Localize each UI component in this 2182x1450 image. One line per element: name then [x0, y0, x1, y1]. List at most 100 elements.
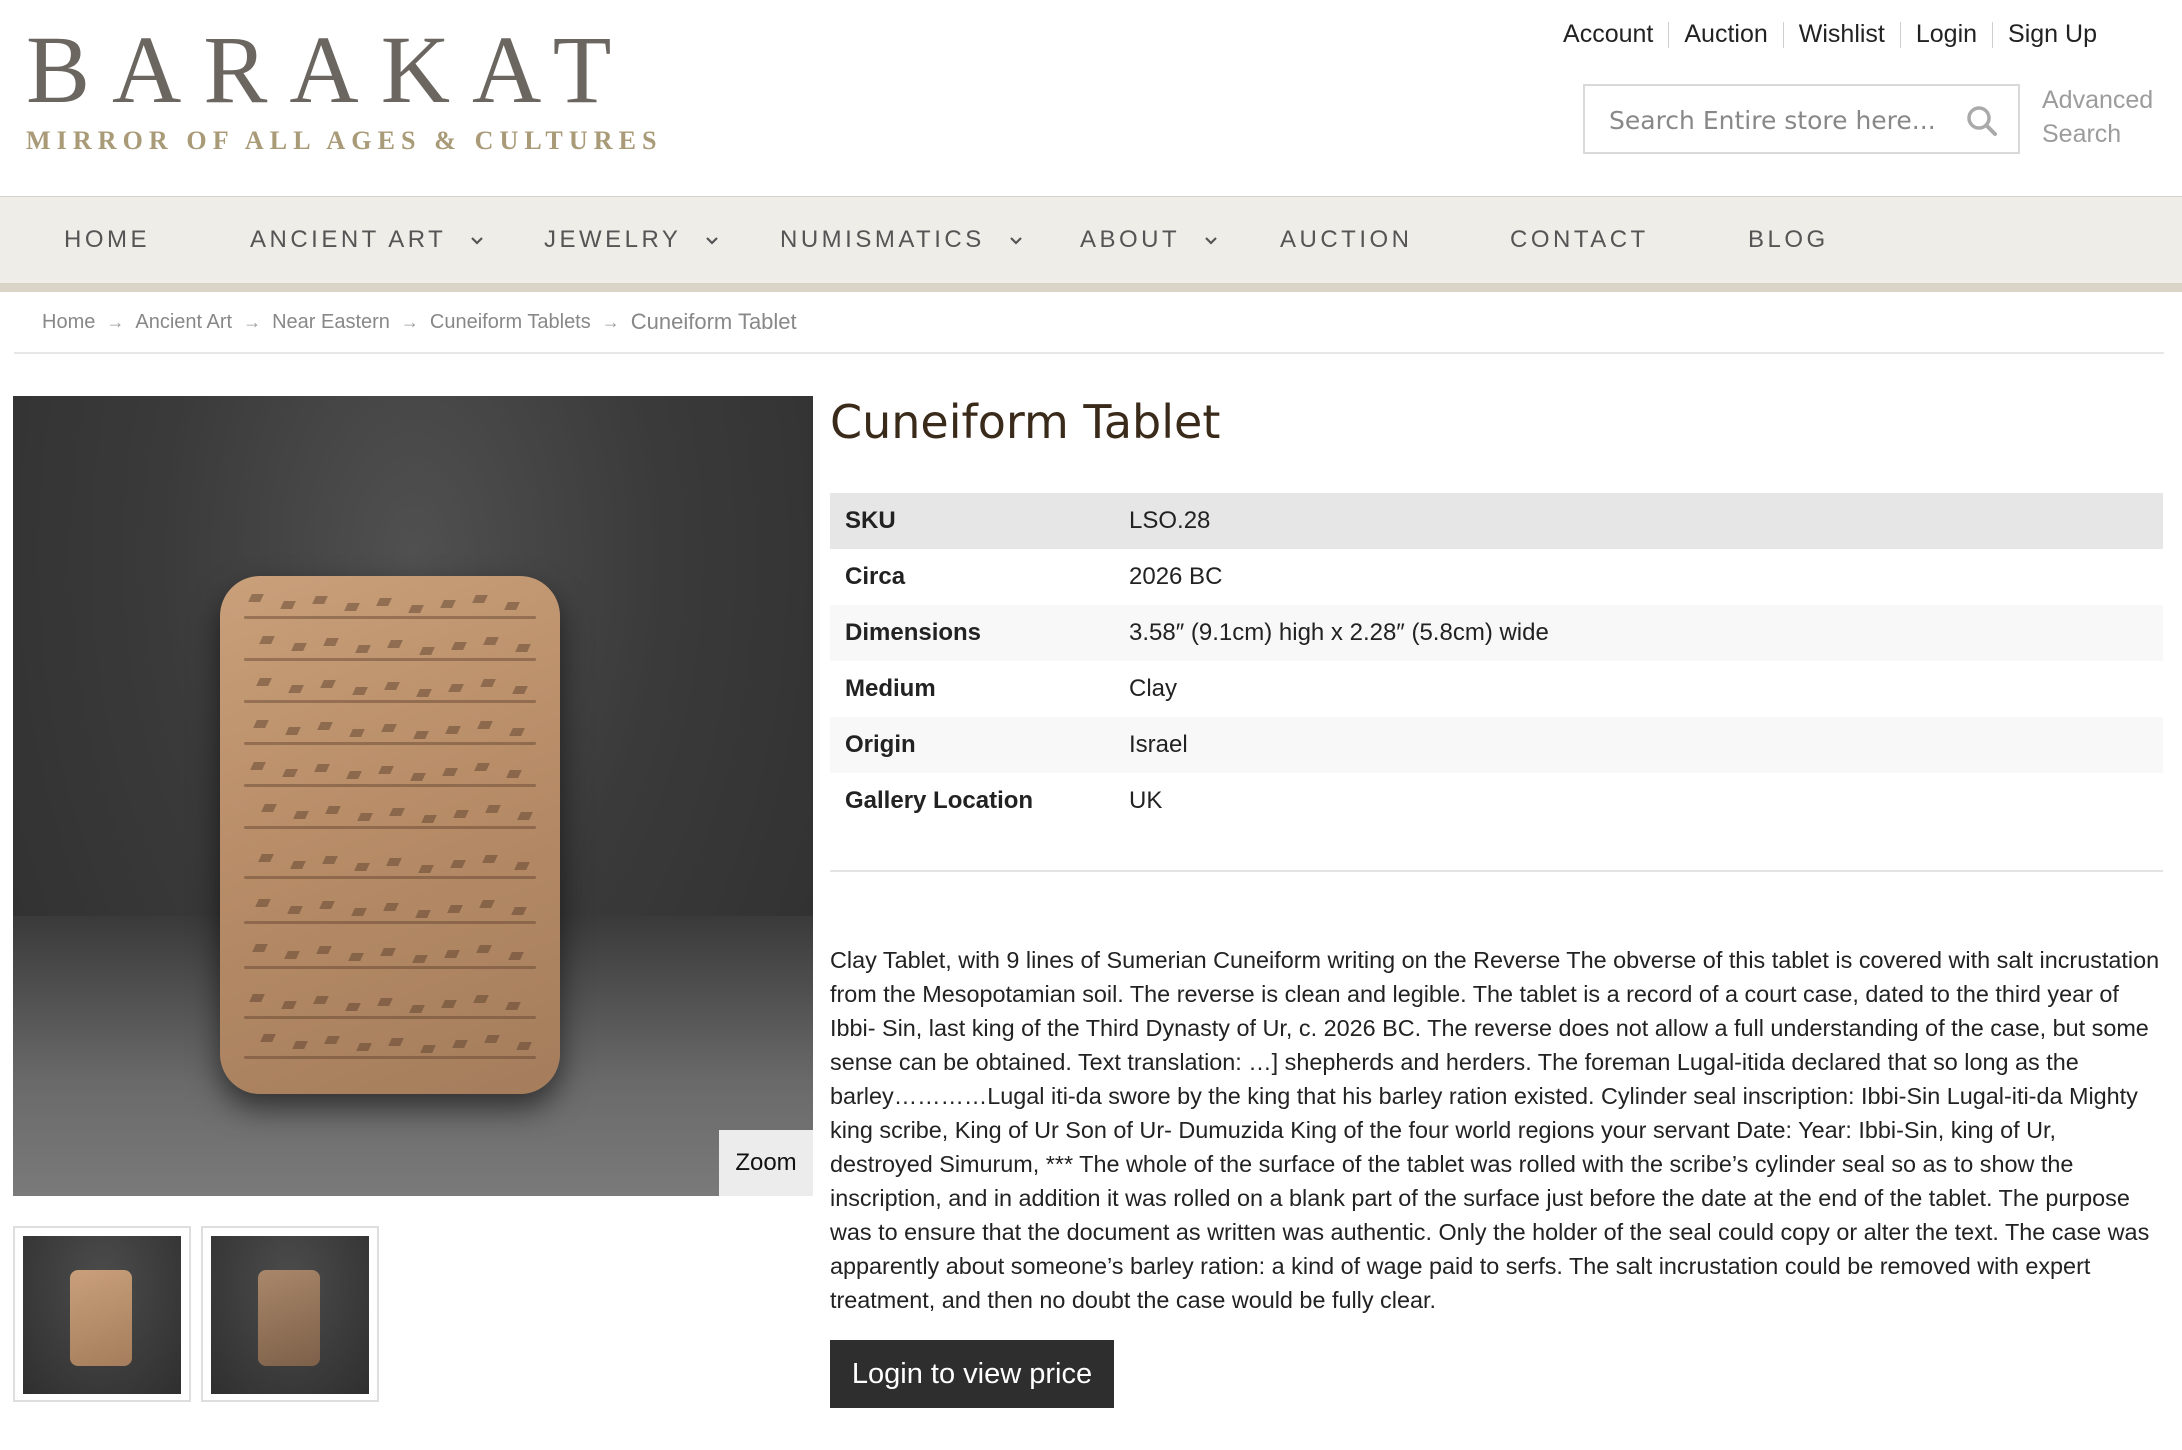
tablet-wedge-mark — [324, 1036, 340, 1044]
thumbnail-2[interactable] — [201, 1226, 379, 1402]
tablet-wedge-mark — [512, 686, 528, 694]
tablet-ruling-line — [244, 921, 536, 924]
top-links: Account Auction Wishlist Login Sign Up — [1548, 20, 2112, 49]
site-logo[interactable]: BARAKAT MIRROR OF ALL AGES & CULTURES — [26, 22, 663, 156]
tablet-ruling-line — [244, 826, 536, 829]
arrow-right-icon: → — [106, 311, 125, 332]
nav-home[interactable]: HOME — [64, 197, 150, 283]
tablet-ruling-line — [244, 1056, 536, 1059]
tablet-wedge-mark — [287, 906, 303, 914]
breadcrumb-ancient-art[interactable]: Ancient Art — [135, 311, 232, 334]
advanced-search-line1: Advanced — [2042, 86, 2154, 114]
breadcrumb-cuneiform-tablets[interactable]: Cuneiform Tablets — [430, 311, 591, 334]
tablet-wedge-mark — [291, 643, 307, 651]
breadcrumb-home[interactable]: Home — [42, 311, 95, 334]
tablet-wedge-mark — [412, 955, 428, 963]
tablet-wedge-mark — [421, 815, 437, 823]
attribute-value: 2026 BC — [1129, 563, 1223, 590]
tablet-wedge-mark — [322, 856, 338, 864]
tablet-wedge-mark — [515, 644, 531, 652]
zoom-button[interactable]: Zoom — [719, 1130, 813, 1196]
nav-auction[interactable]: AUCTION — [1280, 197, 1413, 283]
tablet-wedge-mark — [419, 647, 435, 655]
nav-jewelry[interactable]: JEWELRY — [544, 197, 719, 283]
tablet-wedge-mark — [381, 724, 397, 732]
attribute-label: Medium — [845, 675, 936, 702]
search-icon[interactable] — [1966, 105, 1998, 137]
thumbnail-tablet — [258, 1270, 320, 1366]
account-link[interactable]: Account — [1548, 20, 1668, 49]
nav-blog[interactable]: BLOG — [1748, 197, 1829, 283]
breadcrumb-near-eastern[interactable]: Near Eastern — [272, 311, 390, 334]
tablet-wedge-mark — [386, 858, 402, 866]
tablet-wedge-mark — [313, 996, 329, 1004]
tablet-wedge-mark — [472, 595, 488, 603]
attribute-value: 3.58″ (9.1cm) high x 2.28″ (5.8cm) wide — [1114, 605, 2163, 661]
tablet-ruling-line — [244, 1016, 536, 1019]
tablet-wedge-mark — [288, 685, 304, 693]
tablet-wedge-mark — [484, 1035, 500, 1043]
tablet-wedge-mark — [314, 764, 330, 772]
search-input[interactable] — [1607, 86, 1941, 154]
tablet-wedge-mark — [409, 1005, 425, 1013]
tablet-wedge-mark — [292, 1041, 308, 1049]
attribute-value: UK — [1129, 787, 1163, 814]
nav-ancient-art[interactable]: ANCIENT ART — [250, 197, 484, 283]
tablet-wedge-mark — [319, 901, 335, 909]
tablet-wedge-mark — [483, 637, 499, 645]
tablet-wedge-mark — [445, 726, 461, 734]
tablet-wedge-mark — [451, 642, 467, 650]
tablet-wedge-mark — [380, 948, 396, 956]
tablet-wedge-mark — [323, 638, 339, 646]
tablet-wedge-mark — [250, 762, 266, 770]
tablet-wedge-mark — [312, 596, 328, 604]
attribute-row: Circa 2026 BC — [830, 549, 2163, 605]
tablet-wedge-mark — [346, 771, 362, 779]
tablet-wedge-mark — [258, 854, 274, 862]
tablet-wedge-mark — [440, 600, 456, 608]
product-main-image[interactable] — [13, 396, 813, 1196]
tablet-wedge-mark — [387, 640, 403, 648]
product-description: Clay Tablet, with 9 lines of Sumerian Cu… — [830, 947, 2160, 1313]
logo-tagline: MIRROR OF ALL AGES & CULTURES — [26, 126, 663, 155]
tablet-wedge-mark — [473, 995, 489, 1003]
nav-contact[interactable]: CONTACT — [1510, 197, 1649, 283]
advanced-search-link[interactable]: Advanced Search — [2042, 83, 2153, 151]
tablet-wedge-mark — [290, 861, 306, 869]
attribute-row: Gallery Location UK — [830, 773, 2163, 829]
tablet-wedge-mark — [259, 636, 275, 644]
arrow-right-icon: → — [243, 311, 262, 332]
breadcrumb-current: Cuneiform Tablet — [630, 309, 797, 334]
tablet-wedge-mark — [345, 1003, 361, 1011]
tablet-wedge-mark — [509, 728, 525, 736]
tablet-wedge-mark — [441, 1000, 457, 1008]
tablet-ruling-line — [244, 658, 536, 661]
tablet-ruling-line — [244, 616, 536, 619]
attribute-label: SKU — [830, 493, 1114, 549]
chevron-down-icon — [471, 236, 483, 245]
nav-about[interactable]: ABOUT — [1080, 197, 1218, 283]
tablet-wedge-mark — [476, 945, 492, 953]
tablet-wedge-mark — [477, 721, 493, 729]
tablet-wedge-mark — [506, 770, 522, 778]
thumbnail-1[interactable] — [13, 1226, 191, 1402]
tablet-ruling-line — [244, 742, 536, 745]
tablet-wedge-mark — [416, 689, 432, 697]
nav-numismatics[interactable]: NUMISMATICS — [780, 197, 1023, 283]
tablet-wedge-mark — [317, 722, 333, 730]
nav-label: NUMISMATICS — [780, 226, 985, 253]
tablet-wedge-mark — [447, 905, 463, 913]
tablet-wedge-mark — [517, 812, 533, 820]
nav-label: CONTACT — [1510, 226, 1649, 253]
tablet-wedge-mark — [261, 804, 277, 812]
tablet-wedge-mark — [344, 603, 360, 611]
tablet-wedge-mark — [352, 687, 368, 695]
signup-link[interactable]: Sign Up — [1993, 20, 2112, 49]
auction-link[interactable]: Auction — [1669, 20, 1782, 49]
tablet-wedge-mark — [450, 860, 466, 868]
wishlist-link[interactable]: Wishlist — [1784, 20, 1900, 49]
arrow-right-icon: → — [601, 311, 620, 332]
login-link[interactable]: Login — [1901, 20, 1992, 49]
cuneiform-tablet-photo — [220, 576, 560, 1094]
login-to-view-price-button[interactable]: Login to view price — [830, 1340, 1114, 1408]
